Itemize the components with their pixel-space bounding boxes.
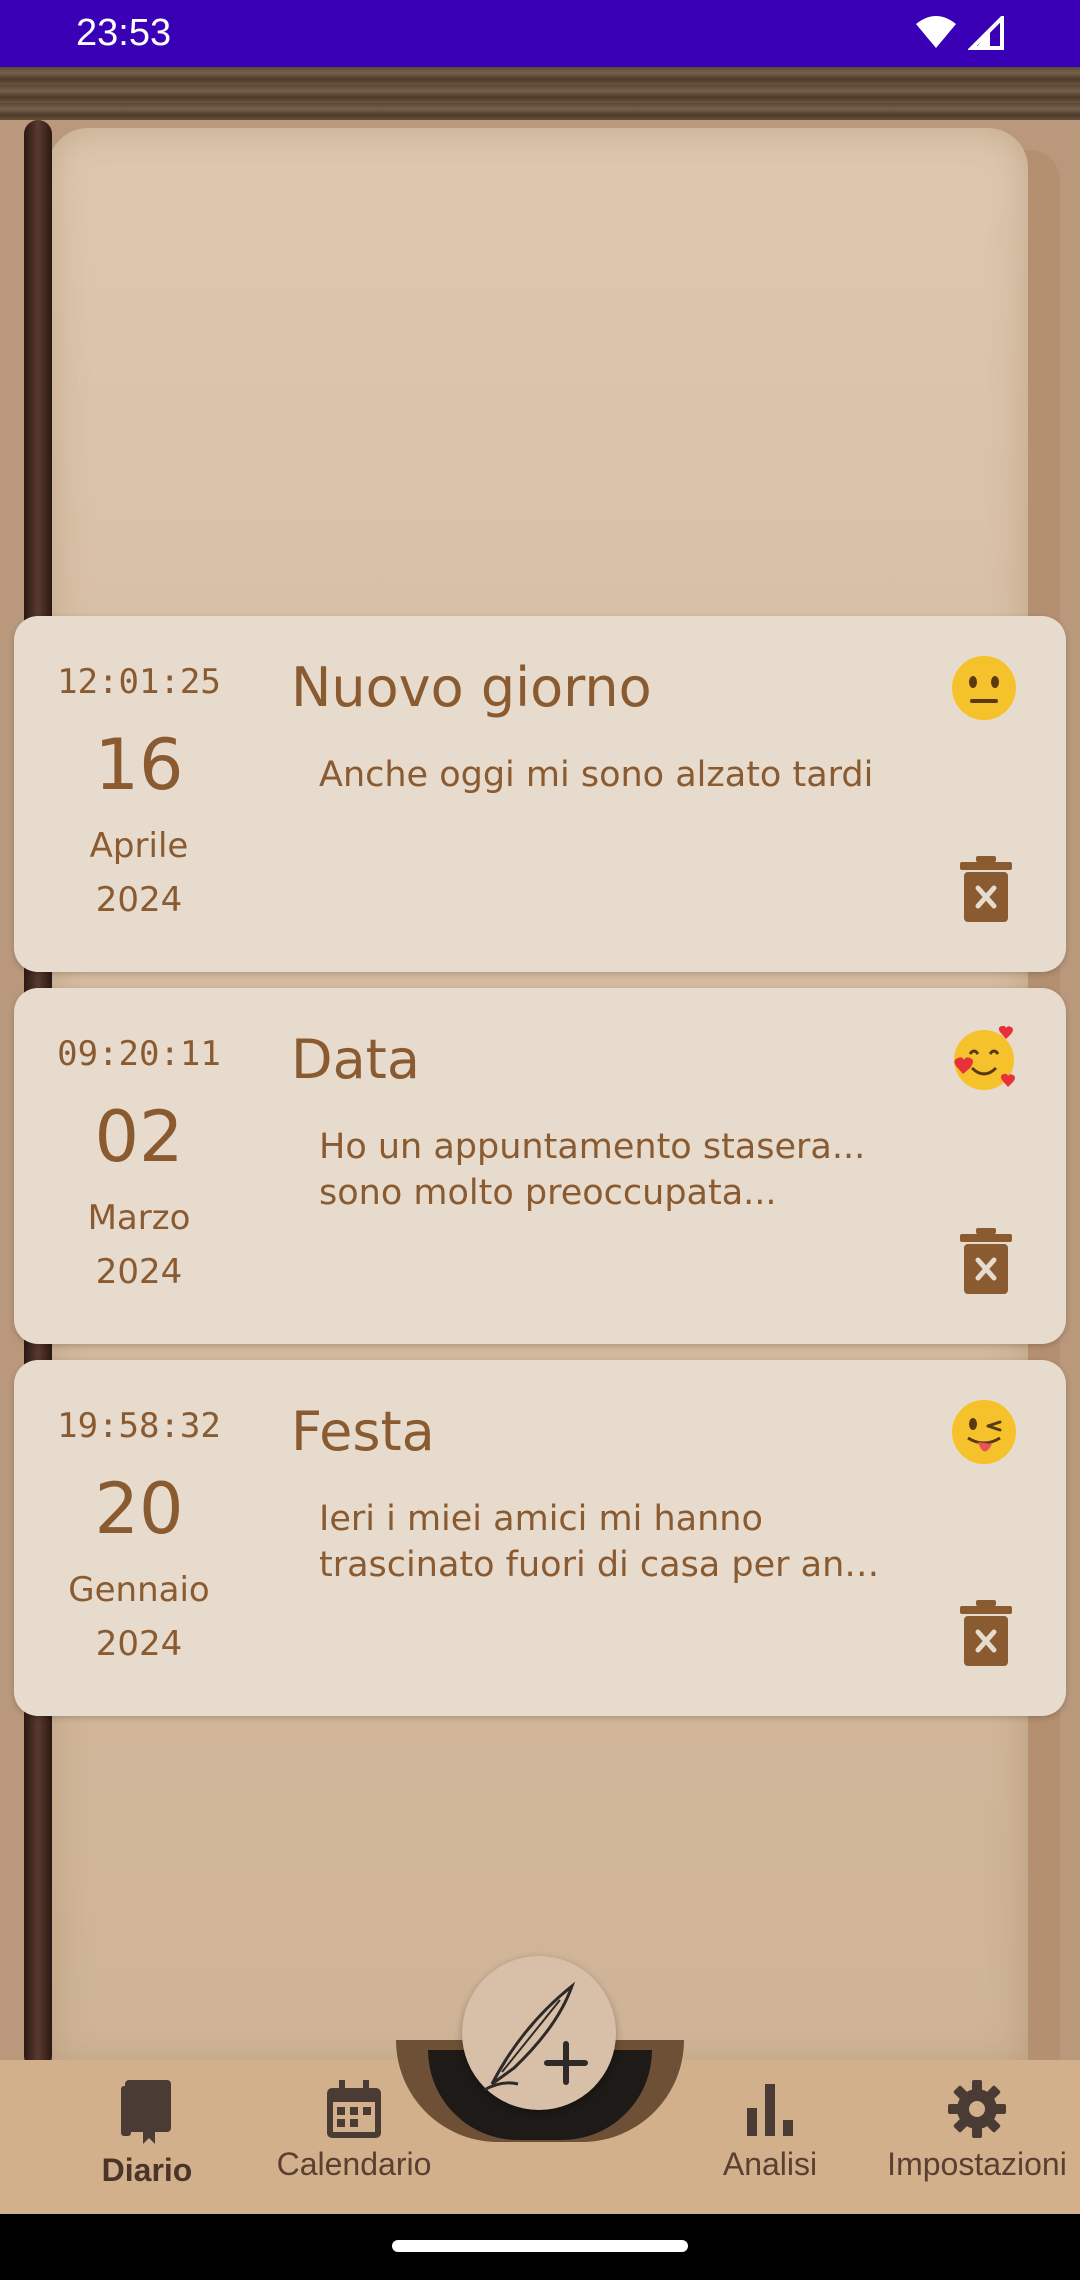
neutral-face-emoji-icon <box>952 656 1016 720</box>
nav-item-calendario[interactable]: Calendario <box>268 2080 440 2183</box>
entry-month: Gennaio <box>68 1570 210 1610</box>
delete-trash-icon[interactable] <box>960 1228 1012 1294</box>
nav-label: Diario <box>101 2152 193 2188</box>
entry-body: Ieri i miei amici mi hanno trascinato fu… <box>319 1496 939 1588</box>
cellular-signal-icon <box>968 16 1004 50</box>
entry-body: Anche oggi mi sono alzato tardi <box>319 755 874 795</box>
entry-body-line: Ieri i miei amici mi hanno <box>319 1499 763 1539</box>
entry-body-line: trascinato fuori di casa per an… <box>319 1545 880 1585</box>
nav-item-impostazioni[interactable]: Impostazioni <box>874 2080 1080 2183</box>
winking-face-with-tongue-emoji-icon <box>952 1400 1016 1464</box>
diary-entry-card[interactable]: 09:20:11 02 Marzo 2024 Data Ho un appunt… <box>14 988 1066 1344</box>
delete-trash-icon[interactable] <box>960 1600 1012 1666</box>
status-bar: 23:53 <box>0 0 1080 67</box>
quill-plus-icon <box>483 1981 588 2092</box>
entry-year: 2024 <box>95 1624 183 1664</box>
entry-body-line: Ho un appuntamento stasera... <box>319 1127 866 1167</box>
entry-year: 2024 <box>95 1252 183 1292</box>
book-icon <box>121 2080 171 2144</box>
entry-title: Nuovo giorno <box>291 656 652 719</box>
entry-day: 02 <box>94 1096 184 1178</box>
smiling-face-with-hearts-emoji-icon <box>954 1026 1015 1090</box>
wifi-icon <box>916 16 956 48</box>
nav-label: Analisi <box>722 2146 818 2182</box>
diary-entry-card[interactable]: 12:01:25 16 Aprile 2024 Nuovo giorno Anc… <box>14 616 1066 972</box>
nav-label: Impostazioni <box>887 2146 1067 2182</box>
entry-time: 09:20:11 <box>57 1034 221 1074</box>
bar-chart-icon <box>747 2084 793 2136</box>
gear-icon <box>948 2080 1006 2138</box>
status-icons <box>916 16 1004 50</box>
entry-day: 20 <box>94 1468 184 1550</box>
entry-title: Data <box>291 1028 420 1091</box>
calendar-icon <box>327 2080 381 2138</box>
nav-label: Calendario <box>276 2146 432 2182</box>
status-time: 23:53 <box>76 12 172 54</box>
diary-entry-card[interactable]: 19:58:32 20 Gennaio 2024 Festa Ieri i mi… <box>14 1360 1066 1716</box>
entry-day: 16 <box>94 724 184 806</box>
entry-month: Marzo <box>87 1198 191 1238</box>
add-entry-fab[interactable] <box>462 1956 616 2110</box>
entry-time: 19:58:32 <box>57 1406 221 1446</box>
nav-item-diario[interactable]: Diario <box>90 2080 204 2189</box>
entry-body: Ho un appuntamento stasera... sono molto… <box>319 1124 939 1216</box>
entry-body-line: sono molto preoccupata... <box>319 1173 777 1213</box>
delete-trash-icon[interactable] <box>960 856 1012 922</box>
home-gesture-handle[interactable] <box>392 2240 688 2252</box>
entry-month: Aprile <box>89 826 189 866</box>
entry-title: Festa <box>291 1400 435 1463</box>
entry-year: 2024 <box>95 880 183 920</box>
entry-time: 12:01:25 <box>57 662 221 702</box>
nav-item-analisi[interactable]: Analisi <box>712 2080 828 2183</box>
